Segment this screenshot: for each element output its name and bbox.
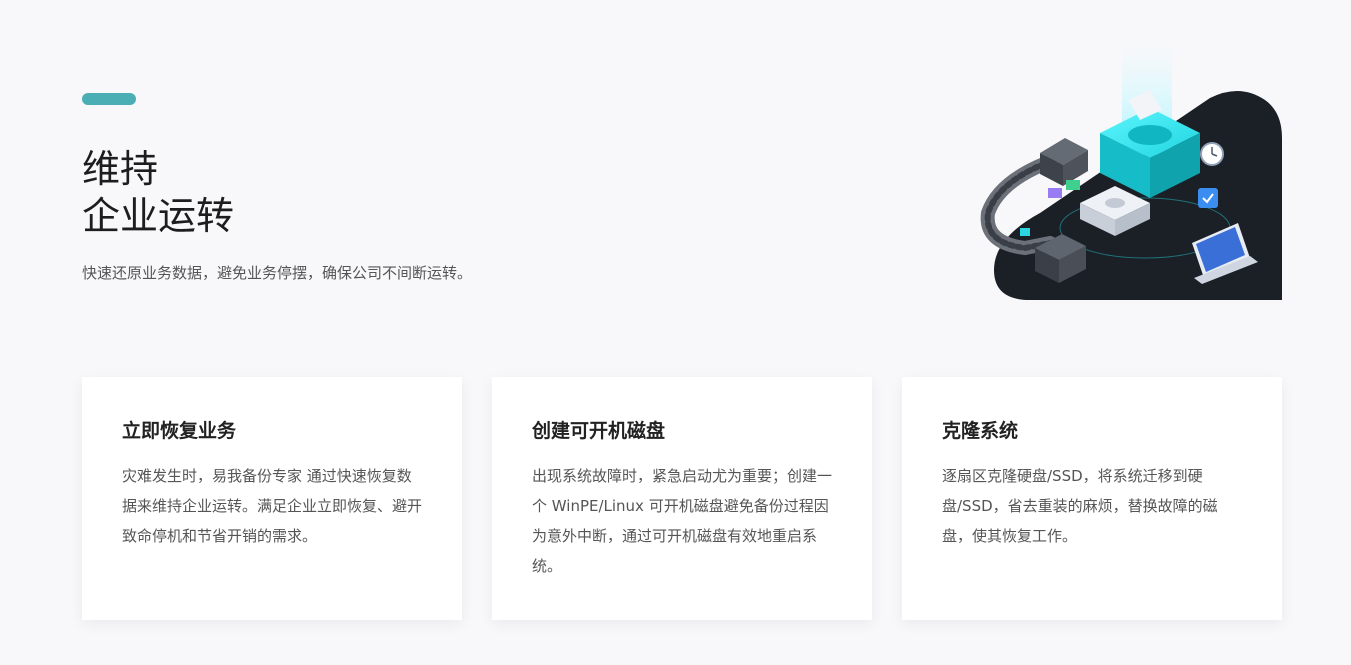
card-title: 克隆系统 bbox=[942, 420, 1019, 442]
hero-subtitle: 快速还原业务数据，避免业务停摆，确保公司不间断运转。 bbox=[82, 264, 473, 282]
hero-title-line2: 企业运转 bbox=[82, 194, 235, 238]
card-text: 出现系统故障时，紧急启动尤为重要；创建一个 WinPE/Linux 可开机磁盘避… bbox=[532, 467, 833, 575]
card-title: 创建可开机磁盘 bbox=[532, 420, 666, 442]
accent-bar bbox=[82, 93, 136, 105]
feature-card-bootable-disk: 创建可开机磁盘 出现系统故障时，紧急启动尤为重要；创建一个 WinPE/Linu… bbox=[492, 377, 872, 620]
card-title: 立即恢复业务 bbox=[122, 420, 237, 442]
card-text: 灾难发生时，易我备份专家 通过快速恢复数据来维持企业运转。满足企业立即恢复、避开… bbox=[122, 467, 423, 545]
hero-title: 维持 企业运转 bbox=[82, 146, 234, 240]
feature-cards: 立即恢复业务 灾难发生时，易我备份专家 通过快速恢复数据来维持企业运转。满足企业… bbox=[82, 377, 1282, 620]
card-text: 逐扇区克隆硬盘/SSD，将系统迁移到硬盘/SSD，省去重装的麻烦，替换故障的磁盘… bbox=[942, 467, 1218, 545]
hero-title-line1: 维持 bbox=[82, 147, 159, 191]
server-gear-illustration bbox=[980, 40, 1282, 300]
feature-card-restore: 立即恢复业务 灾难发生时，易我备份专家 通过快速恢复数据来维持企业运转。满足企业… bbox=[82, 377, 462, 620]
feature-card-clone-system: 克隆系统 逐扇区克隆硬盘/SSD，将系统迁移到硬盘/SSD，省去重装的麻烦，替换… bbox=[902, 377, 1282, 620]
